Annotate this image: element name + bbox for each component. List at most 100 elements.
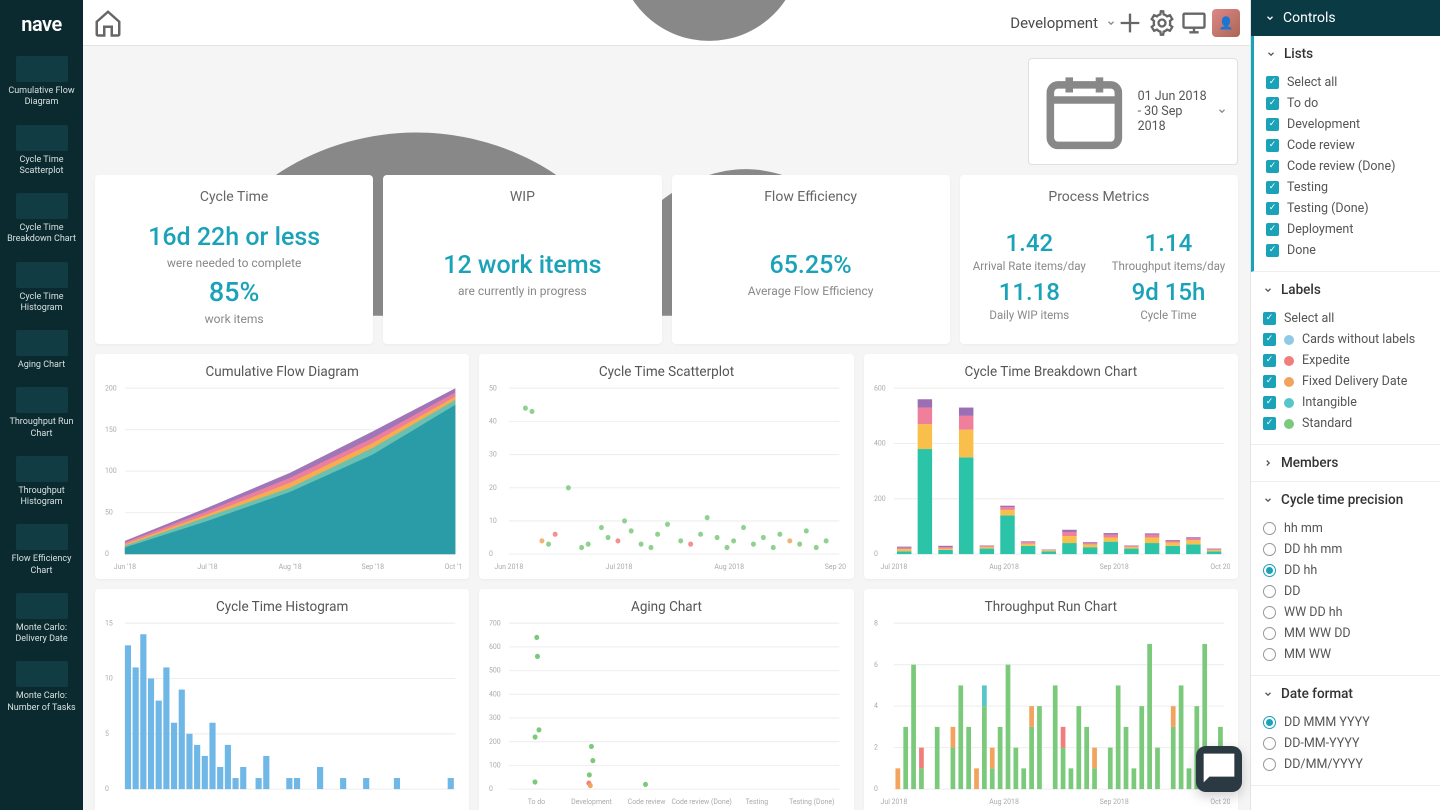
radio-icon	[1263, 627, 1276, 640]
label-option[interactable]: Select all	[1263, 308, 1428, 329]
display-button[interactable]	[1180, 9, 1208, 37]
svg-text:To do: To do	[528, 796, 545, 805]
option-label: Development	[1287, 117, 1360, 132]
settings-button[interactable]	[1148, 9, 1176, 37]
nav-item[interactable]: Aging Chart	[0, 322, 83, 379]
radio-option[interactable]: DD hh mm	[1263, 539, 1428, 560]
svg-text:Sep 2018: Sep 2018	[1099, 796, 1128, 805]
label-option[interactable]: Fixed Delivery Date	[1263, 371, 1428, 392]
main: Development 👤 01 Jun 2018 - 30 Sep 2018	[83, 0, 1250, 810]
section-toggle[interactable]: Cycle time precision	[1251, 482, 1440, 518]
nav-item[interactable]: Cumulative Flow Diagram	[0, 48, 83, 117]
option-label: Select all	[1287, 75, 1337, 90]
svg-text:5: 5	[105, 728, 109, 737]
label-option[interactable]: Standard	[1263, 413, 1428, 434]
checkbox-icon	[1266, 223, 1279, 236]
list-option[interactable]: Done	[1266, 240, 1428, 261]
svg-text:Jun '18: Jun '18	[114, 561, 136, 570]
radio-option[interactable]: DD	[1263, 581, 1428, 602]
chart-breakdown[interactable]: Cycle Time Breakdown Chart 0200400600Jul…	[864, 354, 1238, 579]
chart-scatter[interactable]: Cycle Time Scatterplot 01020304050Jun 20…	[479, 354, 853, 579]
radio-icon	[1263, 522, 1276, 535]
svg-text:Jul 2018: Jul 2018	[606, 561, 633, 570]
svg-text:10: 10	[105, 673, 113, 682]
list-option[interactable]: To do	[1266, 93, 1428, 114]
list-option[interactable]: Testing	[1266, 177, 1428, 198]
nav-thumb	[16, 330, 68, 356]
svg-text:200: 200	[874, 493, 886, 502]
radio-option[interactable]: MM WW DD	[1263, 623, 1428, 644]
checkbox-icon	[1263, 333, 1276, 346]
svg-text:600: 600	[874, 384, 886, 392]
checkbox-icon	[1263, 312, 1276, 325]
chat-button[interactable]	[1196, 746, 1242, 792]
nav-item[interactable]: Monte Carlo: Number of Tasks	[0, 653, 83, 722]
nav-thumb	[16, 56, 68, 82]
radio-icon	[1263, 648, 1276, 661]
svg-text:500: 500	[489, 665, 501, 674]
chart-histogram[interactable]: Cycle Time Histogram 051015	[95, 589, 469, 810]
chart-title: Cycle Time Breakdown Chart	[872, 364, 1230, 380]
radio-option[interactable]: DD hh	[1263, 560, 1428, 581]
radio-option[interactable]: DD/MM/YYYY	[1263, 754, 1428, 775]
nav-thumb	[16, 456, 68, 482]
svg-text:Jul 2018: Jul 2018	[880, 561, 907, 570]
radio-option[interactable]: MM WW	[1263, 644, 1428, 665]
chevron-down-icon	[1265, 13, 1275, 23]
option-label: MM WW	[1284, 647, 1331, 662]
nav-item[interactable]: Cycle Time Breakdown Chart	[0, 185, 83, 254]
card-title: Cycle Time	[105, 189, 363, 205]
user-avatar[interactable]: 👤	[1212, 9, 1240, 37]
metric-value: 1.42	[970, 229, 1089, 257]
nav-item[interactable]: Flow Efficiency Chart	[0, 516, 83, 585]
nav-item[interactable]: Cycle Time Histogram	[0, 254, 83, 323]
section-toggle[interactable]: Members	[1251, 445, 1440, 481]
list-option[interactable]: Select all	[1266, 72, 1428, 93]
label-option[interactable]: Expedite	[1263, 350, 1428, 371]
nav-item[interactable]: Throughput Run Chart	[0, 379, 83, 448]
color-dot	[1284, 356, 1294, 366]
radio-option[interactable]: DD MMM YYYY	[1263, 712, 1428, 733]
option-label: Deployment	[1287, 222, 1353, 237]
list-option[interactable]: Deployment	[1266, 219, 1428, 240]
card-sub: Average Flow Efficiency	[682, 284, 940, 298]
nav-list: Cumulative Flow Diagram Cycle Time Scatte…	[0, 48, 83, 722]
svg-text:Testing: Testing	[746, 796, 769, 805]
radio-option[interactable]: hh mm	[1263, 518, 1428, 539]
section-toggle[interactable]: Labels	[1251, 272, 1440, 308]
option-label: hh mm	[1284, 521, 1323, 536]
card-process-metrics: Process Metrics 1.42Arrival Rate items/d…	[960, 175, 1238, 344]
list-option[interactable]: Development	[1266, 114, 1428, 135]
home-button[interactable]	[93, 8, 123, 38]
checkbox-icon	[1266, 118, 1279, 131]
list-option[interactable]: Testing (Done)	[1266, 198, 1428, 219]
controls-header[interactable]: Controls	[1251, 0, 1440, 36]
add-button[interactable]	[1116, 9, 1144, 37]
list-option[interactable]: Code review (Done)	[1266, 156, 1428, 177]
card-title: Flow Efficiency	[682, 189, 940, 205]
radio-option[interactable]: DD-MM-YYYY	[1263, 733, 1428, 754]
svg-text:Oct '18: Oct '18	[445, 561, 462, 570]
option-label: DD-MM-YYYY	[1284, 736, 1360, 751]
radio-option[interactable]: WW DD hh	[1263, 602, 1428, 623]
option-label: To do	[1287, 96, 1318, 111]
date-range-picker[interactable]: 01 Jun 2018 - 30 Sep 2018	[1028, 58, 1238, 165]
svg-text:100: 100	[489, 760, 501, 769]
nav-item[interactable]: Monte Carlo: Delivery Date	[0, 585, 83, 654]
label-option[interactable]: Cards without labels	[1263, 329, 1428, 350]
metric-value: 11.18	[970, 278, 1089, 306]
svg-text:Sep '18: Sep '18	[361, 561, 384, 570]
option-label: Testing	[1287, 180, 1328, 195]
chart-throughput[interactable]: Throughput Run Chart 02468Jul 2018Aug 20…	[864, 589, 1238, 810]
label-option[interactable]: Intangible	[1263, 392, 1428, 413]
nav-label: Cumulative Flow Diagram	[4, 86, 79, 109]
chart-cfd[interactable]: Cumulative Flow Diagram 050100150200Jun …	[95, 354, 469, 579]
list-option[interactable]: Code review	[1266, 135, 1428, 156]
chart-aging[interactable]: Aging Chart 0100200300400500600700To doD…	[479, 589, 853, 810]
section-toggle[interactable]: Lists	[1254, 36, 1440, 72]
nav-item[interactable]: Cycle Time Scatterplot	[0, 117, 83, 186]
section-toggle[interactable]: Date format	[1251, 676, 1440, 712]
option-label: Select all	[1284, 311, 1334, 326]
svg-text:0: 0	[105, 549, 109, 558]
nav-item[interactable]: Throughput Histogram	[0, 448, 83, 517]
